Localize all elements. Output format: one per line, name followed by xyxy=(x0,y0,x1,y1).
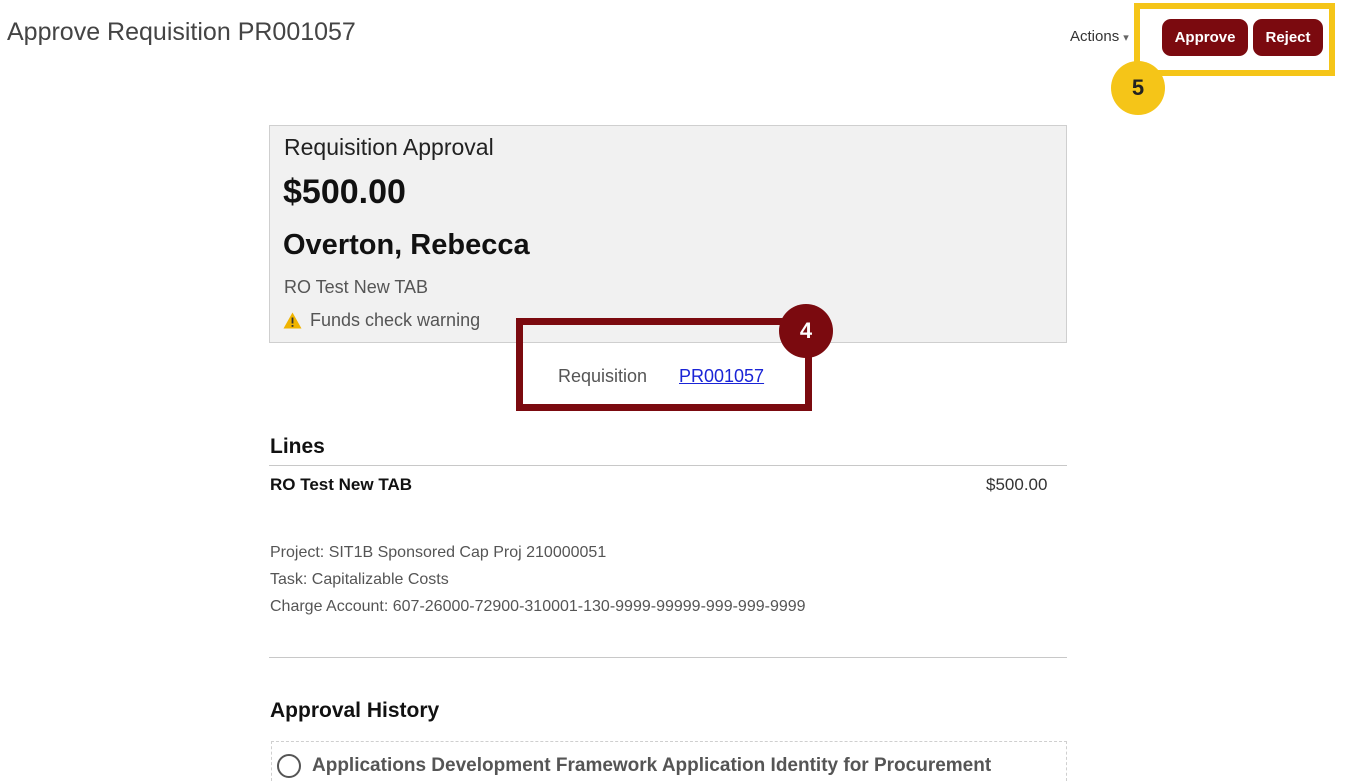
pending-status-icon xyxy=(277,754,301,778)
line-project: Project: SIT1B Sponsored Cap Proj 210000… xyxy=(270,544,607,561)
line-item-name[interactable]: RO Test New TAB xyxy=(270,475,412,495)
actions-label: Actions xyxy=(1070,28,1120,45)
requisition-amount: $500.00 xyxy=(283,173,406,211)
approval-history-title: Approval History xyxy=(270,699,440,722)
divider xyxy=(269,465,1067,466)
warning-icon xyxy=(283,312,302,329)
line-task: Task: Capitalizable Costs xyxy=(270,571,449,588)
approver-name: Applications Development Framework Appli… xyxy=(312,755,992,776)
requester-name: Overton, Rebecca xyxy=(283,229,530,261)
requisition-number-link[interactable]: PR001057 xyxy=(679,366,764,387)
divider xyxy=(269,657,1067,658)
lines-section-title: Lines xyxy=(270,435,325,458)
warning-text: Funds check warning xyxy=(310,310,481,330)
chevron-down-icon: ▾ xyxy=(1123,32,1129,44)
line-item-amount: $500.00 xyxy=(986,475,1048,494)
step-5-badge: 5 xyxy=(1111,61,1165,115)
requisition-label: Requisition xyxy=(558,366,648,386)
page-title: Approve Requisition PR001057 xyxy=(7,18,356,46)
reject-button[interactable]: Reject xyxy=(1253,19,1323,56)
step-4-badge: 4 xyxy=(779,304,833,358)
callout-highlight-step-4 xyxy=(516,318,812,411)
funds-warning: Funds check warning xyxy=(283,310,480,331)
card-heading: Requisition Approval xyxy=(284,134,494,160)
requisition-description: RO Test New TAB xyxy=(284,277,429,297)
approve-button[interactable]: Approve xyxy=(1162,19,1248,56)
line-charge-account: Charge Account: 607-26000-72900-310001-1… xyxy=(270,598,806,615)
actions-menu[interactable]: Actions ▾ xyxy=(1070,28,1129,45)
